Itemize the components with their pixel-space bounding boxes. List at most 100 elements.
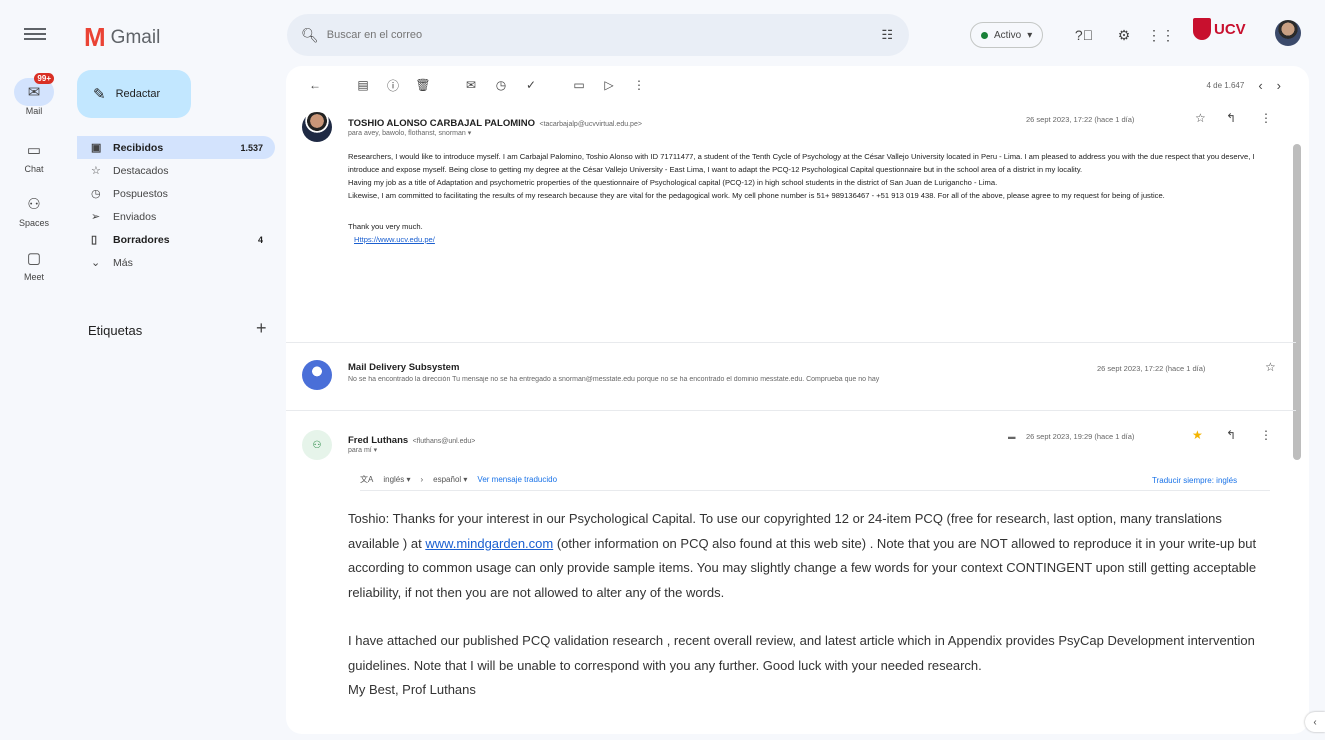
translate-icon: 文A [360,475,374,484]
recipients[interactable]: para avey, bawolo, flothanst, snorman ▾ [348,129,471,137]
add-task-icon[interactable]: ✓ [516,78,546,92]
body-link[interactable]: Https://www.ucv.edu.pe/ [354,235,435,244]
rail-item-spaces[interactable]: ⚇ Spaces [0,190,68,228]
folder-label: Enviados [113,210,157,223]
sender-name: Fred Luthans [348,435,409,446]
message-body: Toshio: Thanks for your interest in our … [348,507,1273,703]
folder-sent[interactable]: ➢ Enviados [77,205,275,228]
chevron-right-icon: › [420,475,424,484]
organization-logo[interactable]: UCV [1193,18,1246,40]
folder-list: ▣ Recibidos 1.537 ☆ Destacados ◷ Pospues… [77,136,275,274]
report-spam-icon[interactable]: ⓘ [378,77,408,94]
folder-count: 4 [257,234,263,245]
chevron-down-icon: ⌄ [91,257,101,269]
inbox-icon: ▣ [91,142,102,154]
archive-icon[interactable]: ▤ [348,78,378,92]
sender-avatar [302,360,332,390]
chevron-down-icon: ▾ [1027,29,1033,41]
settings-icon[interactable]: ⚙ [1113,24,1135,46]
more-options-icon[interactable]: ⋮ [1260,428,1272,442]
unread-badge: 99+ [34,73,54,84]
main-menu-icon[interactable] [24,25,46,43]
more-options-icon[interactable]: ⋮ [624,78,654,92]
sender-name: TOSHIO ALONSO CARBAJAL PALOMINO [348,118,536,129]
folder-label: Pospuestos [113,187,168,200]
delete-icon[interactable]: 🗑︎ [408,78,438,92]
apps-grid-icon[interactable]: ⋮⋮ [1147,24,1175,46]
star-icon[interactable]: ☆ [1195,111,1206,125]
pencil-icon: ✎ [93,86,106,103]
labels-heading: Etiquetas [88,323,143,338]
move-to-icon[interactable]: ▭ [564,78,594,92]
add-label-button[interactable]: + [256,318,267,339]
app-name: Gmail [110,26,161,48]
prev-message-icon[interactable]: ‹ [1258,78,1262,93]
recipients[interactable]: para mí ▾ [348,446,377,454]
back-arrow-icon[interactable]: ← [300,78,330,92]
account-avatar[interactable] [1275,20,1301,46]
mark-unread-icon[interactable]: ✉ [456,78,486,92]
body-link[interactable]: www.mindgarden.com [425,536,553,551]
star-icon[interactable]: ★ [1192,428,1203,442]
folder-inbox[interactable]: ▣ Recibidos 1.537 [77,136,275,159]
folder-label: Destacados [113,164,169,177]
message-divider [286,410,1296,411]
folder-label: Más [113,256,133,269]
search-options-icon[interactable]: ☷ [881,27,893,43]
rail-item-chat[interactable]: ▭ Chat [0,136,68,174]
message-snippet: No se ha encontrado la dirección Tu mens… [348,376,880,383]
body-paragraph: Toshio: Thanks for your interest in our … [348,507,1273,605]
target-language-select[interactable]: español ▾ [433,475,467,484]
shield-icon [1193,18,1211,40]
folder-label: Recibidos [113,141,164,154]
rail-item-meet[interactable]: ▢ Meet [0,244,68,282]
sender-email: <fluthans@unl.edu> [412,438,476,445]
compose-button[interactable]: ✎ Redactar [77,70,191,118]
label-icon[interactable]: ▷ [594,78,624,92]
message-panel: ← ▤ ⓘ 🗑︎ ✉ ◷ ✓ ▭ ▷ ⋮ 4 de 1.647 ‹ › TOSH… [286,66,1309,734]
sender-email: <tacarbajalp@ucvvirtual.edu.pe> [539,121,642,128]
status-selector[interactable]: Activo ▾ [970,22,1044,48]
help-icon[interactable]: ?⃝ [1073,24,1095,46]
chat-icon: ▭ [26,142,42,159]
search-icon[interactable]: 🔍︎ [301,27,319,44]
folder-label: Borradores [113,233,170,246]
gmail-logo[interactable]: M Gmail [84,22,160,53]
pagination: 4 de 1.647 ‹ › [1207,78,1282,93]
sender-avatar: ⚇ [302,430,332,460]
view-translation-link[interactable]: Ver mensaje traducido [477,475,557,484]
folder-drafts[interactable]: ▯ Borradores 4 [77,228,275,251]
rail-item-mail[interactable]: ✉ 99+ Mail [0,73,68,116]
pager-text: 4 de 1.647 [1206,81,1245,90]
message-date: 26 sept 2023, 19:29 (hace 1 día) [1026,432,1135,441]
snooze-icon[interactable]: ◷ [486,78,516,92]
next-message-icon[interactable]: › [1277,78,1281,93]
more-options-icon[interactable]: ⋮ [1260,111,1272,125]
app-rail: ✉ 99+ Mail ▭ Chat ⚇ Spaces ▢ Meet [0,0,68,740]
scrollbar[interactable] [1293,144,1301,460]
folder-starred[interactable]: ☆ Destacados [77,159,275,182]
body-paragraph: I have attached our published PCQ valida… [348,633,1255,673]
organization-name: UCV [1214,20,1246,38]
source-language-select[interactable]: inglés ▾ [383,475,410,484]
translate-divider [360,490,1270,491]
search-bar: 🔍︎ ☷ [287,14,909,56]
clock-icon: ◷ [91,188,101,200]
meet-icon: ▢ [26,250,42,267]
rail-item-label: Spaces [18,218,50,228]
side-panel-toggle-icon[interactable]: ‹ [1305,712,1325,732]
search-input[interactable] [326,29,882,41]
message-divider [286,342,1296,343]
reply-icon[interactable]: ↰ [1226,111,1236,125]
message-date: 26 sept 2023, 17:22 (hace 1 día) [1097,364,1206,373]
body-closing: Thank you very much. [348,222,423,231]
reply-icon[interactable]: ↰ [1226,428,1236,442]
star-icon[interactable]: ☆ [1265,360,1276,374]
rail-item-label: Mail [25,106,43,116]
rail-item-label: Chat [24,164,44,174]
translate-bar: 文A inglés ▾ › español ▾ Ver mensaje trad… [360,474,557,485]
folder-more[interactable]: ⌄ Más [77,251,275,274]
always-translate-link[interactable]: Traducir siempre: inglés [1152,476,1237,485]
status-dot [981,31,988,39]
folder-snoozed[interactable]: ◷ Pospuestos [77,182,275,205]
